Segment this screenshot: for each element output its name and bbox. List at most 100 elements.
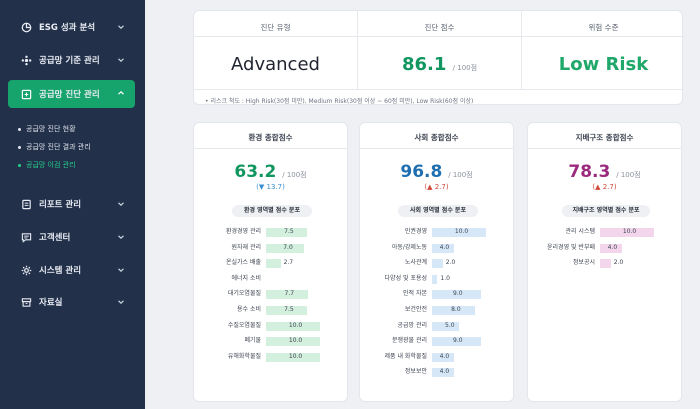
distribution-row: 정보공시 2.0 xyxy=(573,257,654,269)
distribution-row: 정보보안 4.0 xyxy=(405,366,486,378)
score-bar xyxy=(432,274,438,284)
score-number: 96.8 xyxy=(400,162,443,182)
card-score: 96.8 / 100점 xyxy=(360,162,513,185)
summary-score: 진단 점수 86.1 / 100점 xyxy=(358,11,521,89)
score-number: 78.3 xyxy=(568,162,611,182)
distribution-row: 제품 내 화학물질 4.0 xyxy=(385,351,486,363)
nav-supply-diagnosis[interactable]: 공급망 진단 관리 xyxy=(8,80,135,108)
distribution-row: 다양성 및 포용성 1.0 xyxy=(385,273,486,285)
distribution-row: 인권경영 10.0 xyxy=(405,226,486,238)
row-label: 인적 자본 xyxy=(403,290,427,298)
divider xyxy=(360,148,513,149)
row-label: 대기오염물질 xyxy=(227,290,261,298)
row-value: 10.0 xyxy=(288,352,303,360)
bullet-icon xyxy=(18,163,21,167)
divider xyxy=(194,36,357,37)
row-label: 원자재 관리 xyxy=(231,243,261,251)
score-unit: / 100점 xyxy=(616,171,641,179)
distribution-row: 온실가스 배출 2.7 xyxy=(226,257,320,269)
summary-score-label: 진단 점수 xyxy=(424,23,455,32)
row-value: 7.5 xyxy=(284,228,294,235)
row-value: 7.7 xyxy=(284,290,295,298)
divider xyxy=(194,148,347,149)
row-label: 에너지 소비 xyxy=(231,274,261,282)
nav-system[interactable]: 시스템 관리 xyxy=(8,257,135,283)
chat-icon xyxy=(20,231,32,243)
row-value: 4.0 xyxy=(439,352,450,360)
risk-scale-note: • 리스크 척도 : High Risk(30점 미만), Medium Ris… xyxy=(205,98,474,105)
row-value: 8.0 xyxy=(451,306,461,313)
row-label: 다양성 및 포용성 xyxy=(384,274,427,282)
summary-score-value: 86.1 / 100점 xyxy=(358,55,521,78)
nav-customer-center[interactable]: 고객센터 xyxy=(8,224,135,250)
row-label: 정보공시 xyxy=(572,259,595,267)
distribution-row: 수질오염물질 10.0 xyxy=(228,320,320,332)
sidebar: ESG 성과 분석 공급망 기준 관리 공급망 진단 관리 공급망 진단 현황 … xyxy=(0,0,145,409)
gear-icon xyxy=(20,264,32,276)
score-unit: / 100점 xyxy=(282,171,307,179)
score-bar xyxy=(266,259,281,269)
row-label: 인권경영 xyxy=(404,228,427,235)
row-value: 10.0 xyxy=(622,228,637,235)
row-value: 1.0 xyxy=(440,274,450,282)
card-title: 지배구조 종합점수 xyxy=(575,133,634,142)
distribution-row: 에너지 소비 xyxy=(231,273,320,285)
row-label: 노사관계 xyxy=(404,259,427,267)
sub-nav-diagnosis-result[interactable]: 공급망 진단 결과 관리 xyxy=(18,142,91,152)
score-bar xyxy=(432,259,443,269)
nav-supply-standard[interactable]: 공급망 기준 관리 xyxy=(8,47,135,73)
nav-esg-analysis[interactable]: ESG 성과 분석 xyxy=(8,14,135,40)
summary-type-value: Advanced xyxy=(231,54,320,75)
distribution-row: 환경경영 관리 7.5 xyxy=(226,226,320,238)
row-value: 2.0 xyxy=(613,259,624,267)
distribution-pill: 사회 영역별 점수 분포 xyxy=(398,205,478,217)
archive-icon xyxy=(20,296,32,308)
card-score: 78.3 / 100점 xyxy=(528,162,681,185)
distribution-pill: 환경 영역별 점수 분포 xyxy=(232,205,312,217)
nav-label: 공급망 기준 관리 xyxy=(39,56,100,66)
nav-report[interactable]: 리포트 관리 xyxy=(8,191,135,217)
summary-risk-label: 위험 수준 xyxy=(588,23,619,32)
summary-type: 진단 유형 Advanced xyxy=(194,11,357,89)
row-value: 10.0 xyxy=(288,337,303,345)
pie-chart-icon xyxy=(20,21,32,33)
card-title: 사회 종합점수 xyxy=(414,133,459,142)
row-label: 환경경영 관리 xyxy=(225,228,261,235)
sub-nav-diagnosis-status[interactable]: 공급망 진단 현황 xyxy=(18,124,76,134)
distribution-row: 유해화학물질 10.0 xyxy=(228,351,320,363)
distribution-row: 노사관계 2.0 xyxy=(405,257,486,269)
chevron-down-icon xyxy=(118,235,124,240)
score-unit: / 100점 xyxy=(448,171,473,179)
score-bar xyxy=(600,259,611,269)
row-label: 수질오염물질 xyxy=(227,321,261,329)
sub-nav-inspection[interactable]: 공급망 이검 관리 xyxy=(18,160,76,170)
score-delta: (▼ 13.7) xyxy=(256,183,285,191)
row-value: 4.0 xyxy=(607,243,618,251)
network-icon xyxy=(20,54,32,66)
summary-risk-value: Low Risk xyxy=(558,54,649,75)
bullet-icon xyxy=(18,127,21,131)
score-number: 63.2 xyxy=(234,162,277,182)
bullet-icon xyxy=(18,145,21,149)
chevron-down-icon xyxy=(118,268,124,273)
score-delta: (▲ 2.7) xyxy=(424,183,449,191)
row-value: 9.0 xyxy=(453,290,463,298)
divider xyxy=(358,36,521,37)
row-label: 정보보안 xyxy=(404,368,427,376)
divider xyxy=(522,36,685,37)
divider xyxy=(194,89,682,90)
summary-risk: 위험 수준 Low Risk xyxy=(522,11,685,89)
nav-label: 리포트 관리 xyxy=(39,200,82,210)
chevron-up-icon xyxy=(118,90,124,95)
nav-archive[interactable]: 자료실 xyxy=(8,289,135,315)
distribution-row: 인적 자본 9.0 xyxy=(403,288,486,300)
sub-nav-label: 공급망 진단 현황 xyxy=(26,125,76,133)
summary-type-label: 진단 유형 xyxy=(260,23,291,32)
chevron-down-icon xyxy=(118,58,124,63)
row-label: 분쟁광물 관리 xyxy=(391,337,427,345)
sub-nav-label: 공급망 이검 관리 xyxy=(26,161,76,169)
row-value: 4.0 xyxy=(439,368,450,376)
row-value: 7.5 xyxy=(284,306,294,313)
chevron-down-icon xyxy=(118,25,124,30)
distribution-row: 아동/강제노동 4.0 xyxy=(392,242,486,254)
